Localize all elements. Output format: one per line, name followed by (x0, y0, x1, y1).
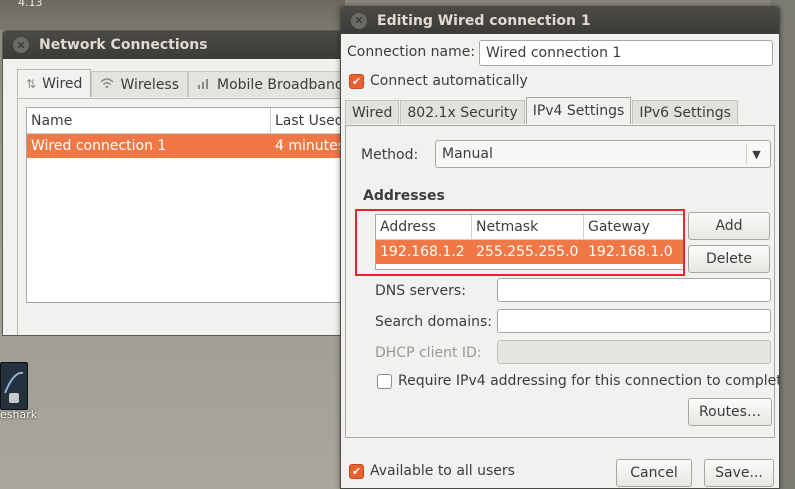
connection-type-tabs: ⇅ Wired Wireless Mobile Broadband (17, 69, 353, 97)
gateway-cell[interactable]: 192.168.1.0 (584, 240, 683, 264)
mobile-broadband-icon (197, 77, 211, 92)
search-domains-input[interactable] (497, 309, 771, 333)
tab-ipv4-settings[interactable]: IPv4 Settings (525, 97, 632, 124)
list-header: Name Last Used (27, 108, 352, 134)
dialog-title: Editing Wired connection 1 (377, 12, 591, 29)
wireless-icon (100, 77, 114, 92)
column-header-name[interactable]: Name (27, 108, 271, 133)
desktop-icon-label: eshark (0, 408, 38, 421)
tab-wired[interactable]: Wired (345, 100, 400, 124)
checkbox-label: Available to all users (370, 463, 515, 479)
desktop-app-icon[interactable] (0, 362, 28, 410)
editing-connection-dialog: ✕ Editing Wired connection 1 Connection … (340, 6, 780, 489)
netmask-cell[interactable]: 255.255.255.0 (472, 240, 584, 264)
dhcp-client-id-input (497, 340, 771, 364)
connection-name-input[interactable] (479, 40, 773, 66)
available-to-all-users-checkbox[interactable]: ✔ Available to all users (349, 463, 515, 479)
search-domains-label: Search domains: (375, 314, 492, 330)
dialog-titlebar[interactable]: ✕ Editing Wired connection 1 (341, 7, 779, 34)
checkbox-empty-icon (377, 373, 392, 389)
delete-button[interactable]: Delete (688, 245, 770, 273)
window-title: Network Connections (39, 37, 208, 53)
settings-tabs: Wired 802.1x Security IPv4 Settings IPv6… (345, 97, 739, 124)
wired-icon: ⇅ (26, 76, 37, 91)
connections-list[interactable]: Name Last Used Wired connection 1 4 minu… (26, 107, 352, 303)
addresses-title: Addresses (363, 188, 445, 204)
connect-automatically-checkbox[interactable]: ✔ Connect automatically (349, 73, 528, 89)
close-icon[interactable]: ✕ (13, 37, 29, 53)
tab-802-1x-security[interactable]: 802.1x Security (400, 100, 525, 124)
desktop-top-strip: 4.13 (0, 0, 345, 30)
tab-wired[interactable]: ⇅ Wired (17, 69, 92, 97)
dhcp-client-id-label: DHCP client ID: (375, 345, 482, 361)
dns-servers-input[interactable] (497, 278, 771, 302)
dns-servers-label: DNS servers: (375, 283, 466, 299)
network-connections-window: ✕ Network Connections ⇅ Wired Wireless M… (2, 30, 358, 336)
column-header-gateway[interactable]: Gateway (584, 215, 683, 239)
list-item[interactable]: Wired connection 1 4 minutes (27, 134, 352, 158)
column-header-netmask[interactable]: Netmask (472, 215, 584, 239)
tab-label: Wired (42, 75, 83, 92)
add-button[interactable]: Add (688, 212, 770, 240)
tab-label: Wireless (120, 76, 180, 93)
require-ipv4-checkbox[interactable]: Require IPv4 addressing for this connect… (377, 373, 780, 389)
tab-wireless[interactable]: Wireless (91, 71, 189, 97)
connection-name: Wired connection 1 (31, 138, 167, 154)
column-header-address[interactable]: Address (376, 215, 472, 239)
dropdown-arrow-icon: ▼ (746, 144, 766, 164)
checkbox-label: Connect automatically (370, 73, 528, 89)
method-label: Method: (361, 147, 419, 163)
tab-label: Mobile Broadband (217, 76, 344, 93)
address-cell[interactable]: 192.168.1.2 (376, 240, 472, 264)
checkbox-label: Require IPv4 addressing for this connect… (398, 373, 780, 389)
addresses-header: Address Netmask Gateway (376, 215, 683, 240)
desktop-top-text: 4.13 (18, 0, 43, 9)
checkmark-icon: ✔ (349, 463, 364, 479)
save-button[interactable]: Save... (704, 459, 774, 487)
connection-name-label: Connection name: (347, 44, 476, 60)
wired-tab-pane: Name Last Used Wired connection 1 4 minu… (17, 98, 357, 335)
checkmark-icon: ✔ (349, 73, 364, 89)
method-select[interactable]: Manual ▼ (435, 140, 771, 168)
network-connections-titlebar[interactable]: ✕ Network Connections (3, 31, 357, 59)
routes-button[interactable]: Routes… (688, 398, 772, 426)
table-row[interactable]: 192.168.1.2 255.255.255.0 192.168.1.0 (376, 240, 683, 264)
addresses-table[interactable]: Address Netmask Gateway 192.168.1.2 255.… (375, 214, 684, 270)
tab-mobile-broadband[interactable]: Mobile Broadband (188, 71, 353, 97)
connection-last-used: 4 minutes (275, 138, 346, 154)
cancel-button[interactable]: Cancel (616, 459, 692, 487)
method-value: Manual (442, 146, 493, 162)
close-icon[interactable]: ✕ (351, 12, 367, 29)
tab-ipv6-settings[interactable]: IPv6 Settings (632, 100, 738, 124)
